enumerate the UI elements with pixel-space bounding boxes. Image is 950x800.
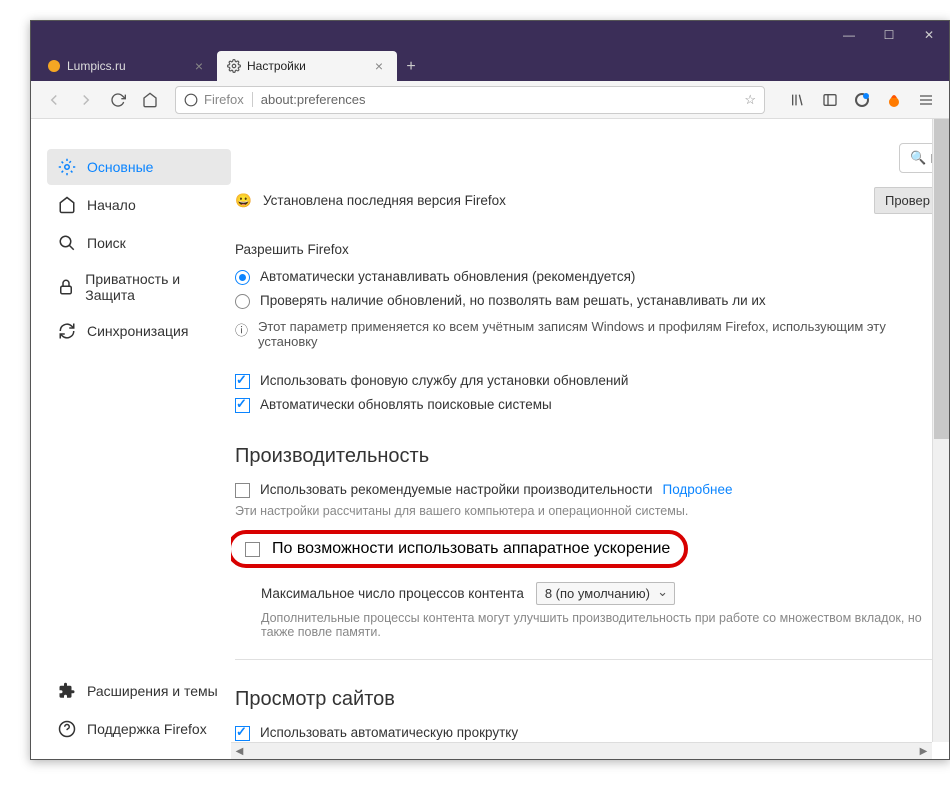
allow-firefox-label: Разрешить Firefox — [235, 242, 949, 257]
extension-icon[interactable] — [879, 85, 909, 115]
sidebar-item-home[interactable]: Начало — [47, 187, 231, 223]
tab-close-icon[interactable]: × — [191, 58, 207, 74]
info-icon: ⓘ — [235, 320, 248, 339]
checkbox-recommended-perf[interactable] — [235, 483, 250, 498]
window-minimize[interactable]: — — [829, 21, 869, 49]
update-status-text: Установлена последняя версия Firefox — [263, 193, 506, 208]
sync-icon — [57, 321, 77, 341]
check-updates-button[interactable]: Провер — [874, 187, 941, 214]
help-icon — [57, 719, 77, 739]
library-button[interactable] — [783, 85, 813, 115]
home-icon — [57, 195, 77, 215]
checkbox-hw-accel[interactable] — [245, 542, 260, 557]
scroll-left-icon[interactable]: ◀ — [231, 746, 248, 757]
search-icon: 🔍 — [910, 150, 926, 166]
sidebar-item-label: Поиск — [87, 235, 126, 251]
puzzle-icon — [57, 681, 77, 701]
home-button[interactable] — [135, 85, 165, 115]
browsing-heading: Просмотр сайтов — [235, 688, 949, 711]
search-icon — [57, 233, 77, 253]
checkbox-label: Использовать фоновую службу для установк… — [260, 373, 628, 388]
radio-auto-install[interactable] — [235, 270, 250, 285]
url-text: about:preferences — [261, 92, 745, 107]
checkbox-label: Использовать автоматическую прокрутку — [260, 725, 518, 740]
sidebar-item-addons[interactable]: Расширения и темы — [47, 673, 231, 709]
window-titlebar: — ☐ ✕ — [31, 21, 949, 49]
scroll-right-icon[interactable]: ▶ — [915, 746, 932, 757]
checkbox-label: Использовать рекомендуемые настройки про… — [260, 482, 652, 497]
checkbox-bg-service[interactable] — [235, 374, 250, 389]
performance-heading: Производительность — [235, 445, 949, 468]
tab-label: Настройки — [247, 59, 306, 73]
info-text: Этот параметр применяется ко всем учётны… — [258, 319, 949, 349]
gear-icon — [57, 157, 77, 177]
notification-icon[interactable] — [847, 85, 877, 115]
checkbox-label: Автоматически обновлять поисковые систем… — [260, 397, 552, 412]
address-bar[interactable]: Firefox about:preferences ☆ — [175, 86, 765, 114]
window-maximize[interactable]: ☐ — [869, 21, 909, 49]
checkbox-autoscroll[interactable] — [235, 726, 250, 741]
process-hint: Дополнительные процессы контента могут у… — [261, 611, 949, 639]
reload-button[interactable] — [103, 85, 133, 115]
tab-close-icon[interactable]: × — [371, 58, 387, 74]
content-area: Основные Начало Поиск Приватность и Защи… — [31, 119, 949, 759]
sidebar-item-label: Начало — [87, 197, 136, 213]
tab-settings[interactable]: Настройки × — [217, 51, 397, 81]
tab-lumpics[interactable]: Lumpics.ru × — [37, 51, 217, 81]
app-menu-button[interactable] — [911, 85, 941, 115]
sidebar-item-general[interactable]: Основные — [47, 149, 231, 185]
sidebar-item-label: Основные — [87, 159, 153, 175]
sidebar-item-sync[interactable]: Синхронизация — [47, 313, 231, 349]
sidebar-toggle-button[interactable] — [815, 85, 845, 115]
back-button[interactable] — [39, 85, 69, 115]
bookmark-star-icon[interactable]: ☆ — [744, 92, 756, 108]
settings-main: 🔍 Най 😀 Установлена последняя версия Fir… — [231, 119, 949, 759]
tab-label: Lumpics.ru — [67, 59, 126, 73]
lock-icon — [57, 277, 75, 297]
process-count-select[interactable]: 8 (по умолчанию) — [536, 582, 675, 605]
sidebar-item-label: Синхронизация — [87, 323, 188, 339]
sidebar-item-label: Расширения и темы — [87, 683, 218, 699]
learn-more-link[interactable]: Подробнее — [662, 482, 732, 497]
browser-window: — ☐ ✕ Lumpics.ru × Настройки × + — [30, 20, 950, 760]
process-count-label: Максимальное число процессов контента — [261, 586, 524, 601]
radio-label: Проверять наличие обновлений, но позволя… — [260, 293, 766, 308]
sidebar-item-label: Поддержка Firefox — [87, 721, 207, 737]
sidebar-item-search[interactable]: Поиск — [47, 225, 231, 261]
hw-accel-highlight: По возможности использовать аппаратное у… — [231, 530, 688, 568]
identity-icon — [184, 93, 198, 107]
vertical-scrollbar[interactable] — [932, 119, 949, 742]
checkbox-update-search[interactable] — [235, 398, 250, 413]
identity-label: Firefox — [204, 92, 253, 107]
tab-strip: Lumpics.ru × Настройки × + — [31, 49, 949, 81]
gear-icon — [227, 59, 241, 73]
forward-button[interactable] — [71, 85, 101, 115]
radio-label: Автоматически устанавливать обновления (… — [260, 269, 635, 284]
sidebar-item-label: Приватность и Защита — [85, 271, 221, 303]
window-close[interactable]: ✕ — [909, 21, 949, 49]
favicon-lumpics — [47, 59, 61, 73]
sidebar-item-privacy[interactable]: Приватность и Защита — [47, 263, 231, 311]
new-tab-button[interactable]: + — [397, 53, 425, 81]
select-value: 8 (по умолчанию) — [545, 586, 650, 601]
smiley-icon: 😀 — [235, 193, 255, 209]
perf-hint: Эти настройки рассчитаны для вашего комп… — [235, 504, 949, 518]
nav-toolbar: Firefox about:preferences ☆ — [31, 81, 949, 119]
scrollbar-thumb[interactable] — [934, 119, 949, 439]
sidebar-item-support[interactable]: Поддержка Firefox — [47, 711, 231, 747]
settings-sidebar: Основные Начало Поиск Приватность и Защи… — [31, 119, 231, 759]
horizontal-scrollbar[interactable]: ◀ ▶ — [231, 742, 932, 759]
divider — [235, 659, 949, 660]
radio-check-only[interactable] — [235, 294, 250, 309]
checkbox-label: По возможности использовать аппаратное у… — [272, 540, 670, 558]
